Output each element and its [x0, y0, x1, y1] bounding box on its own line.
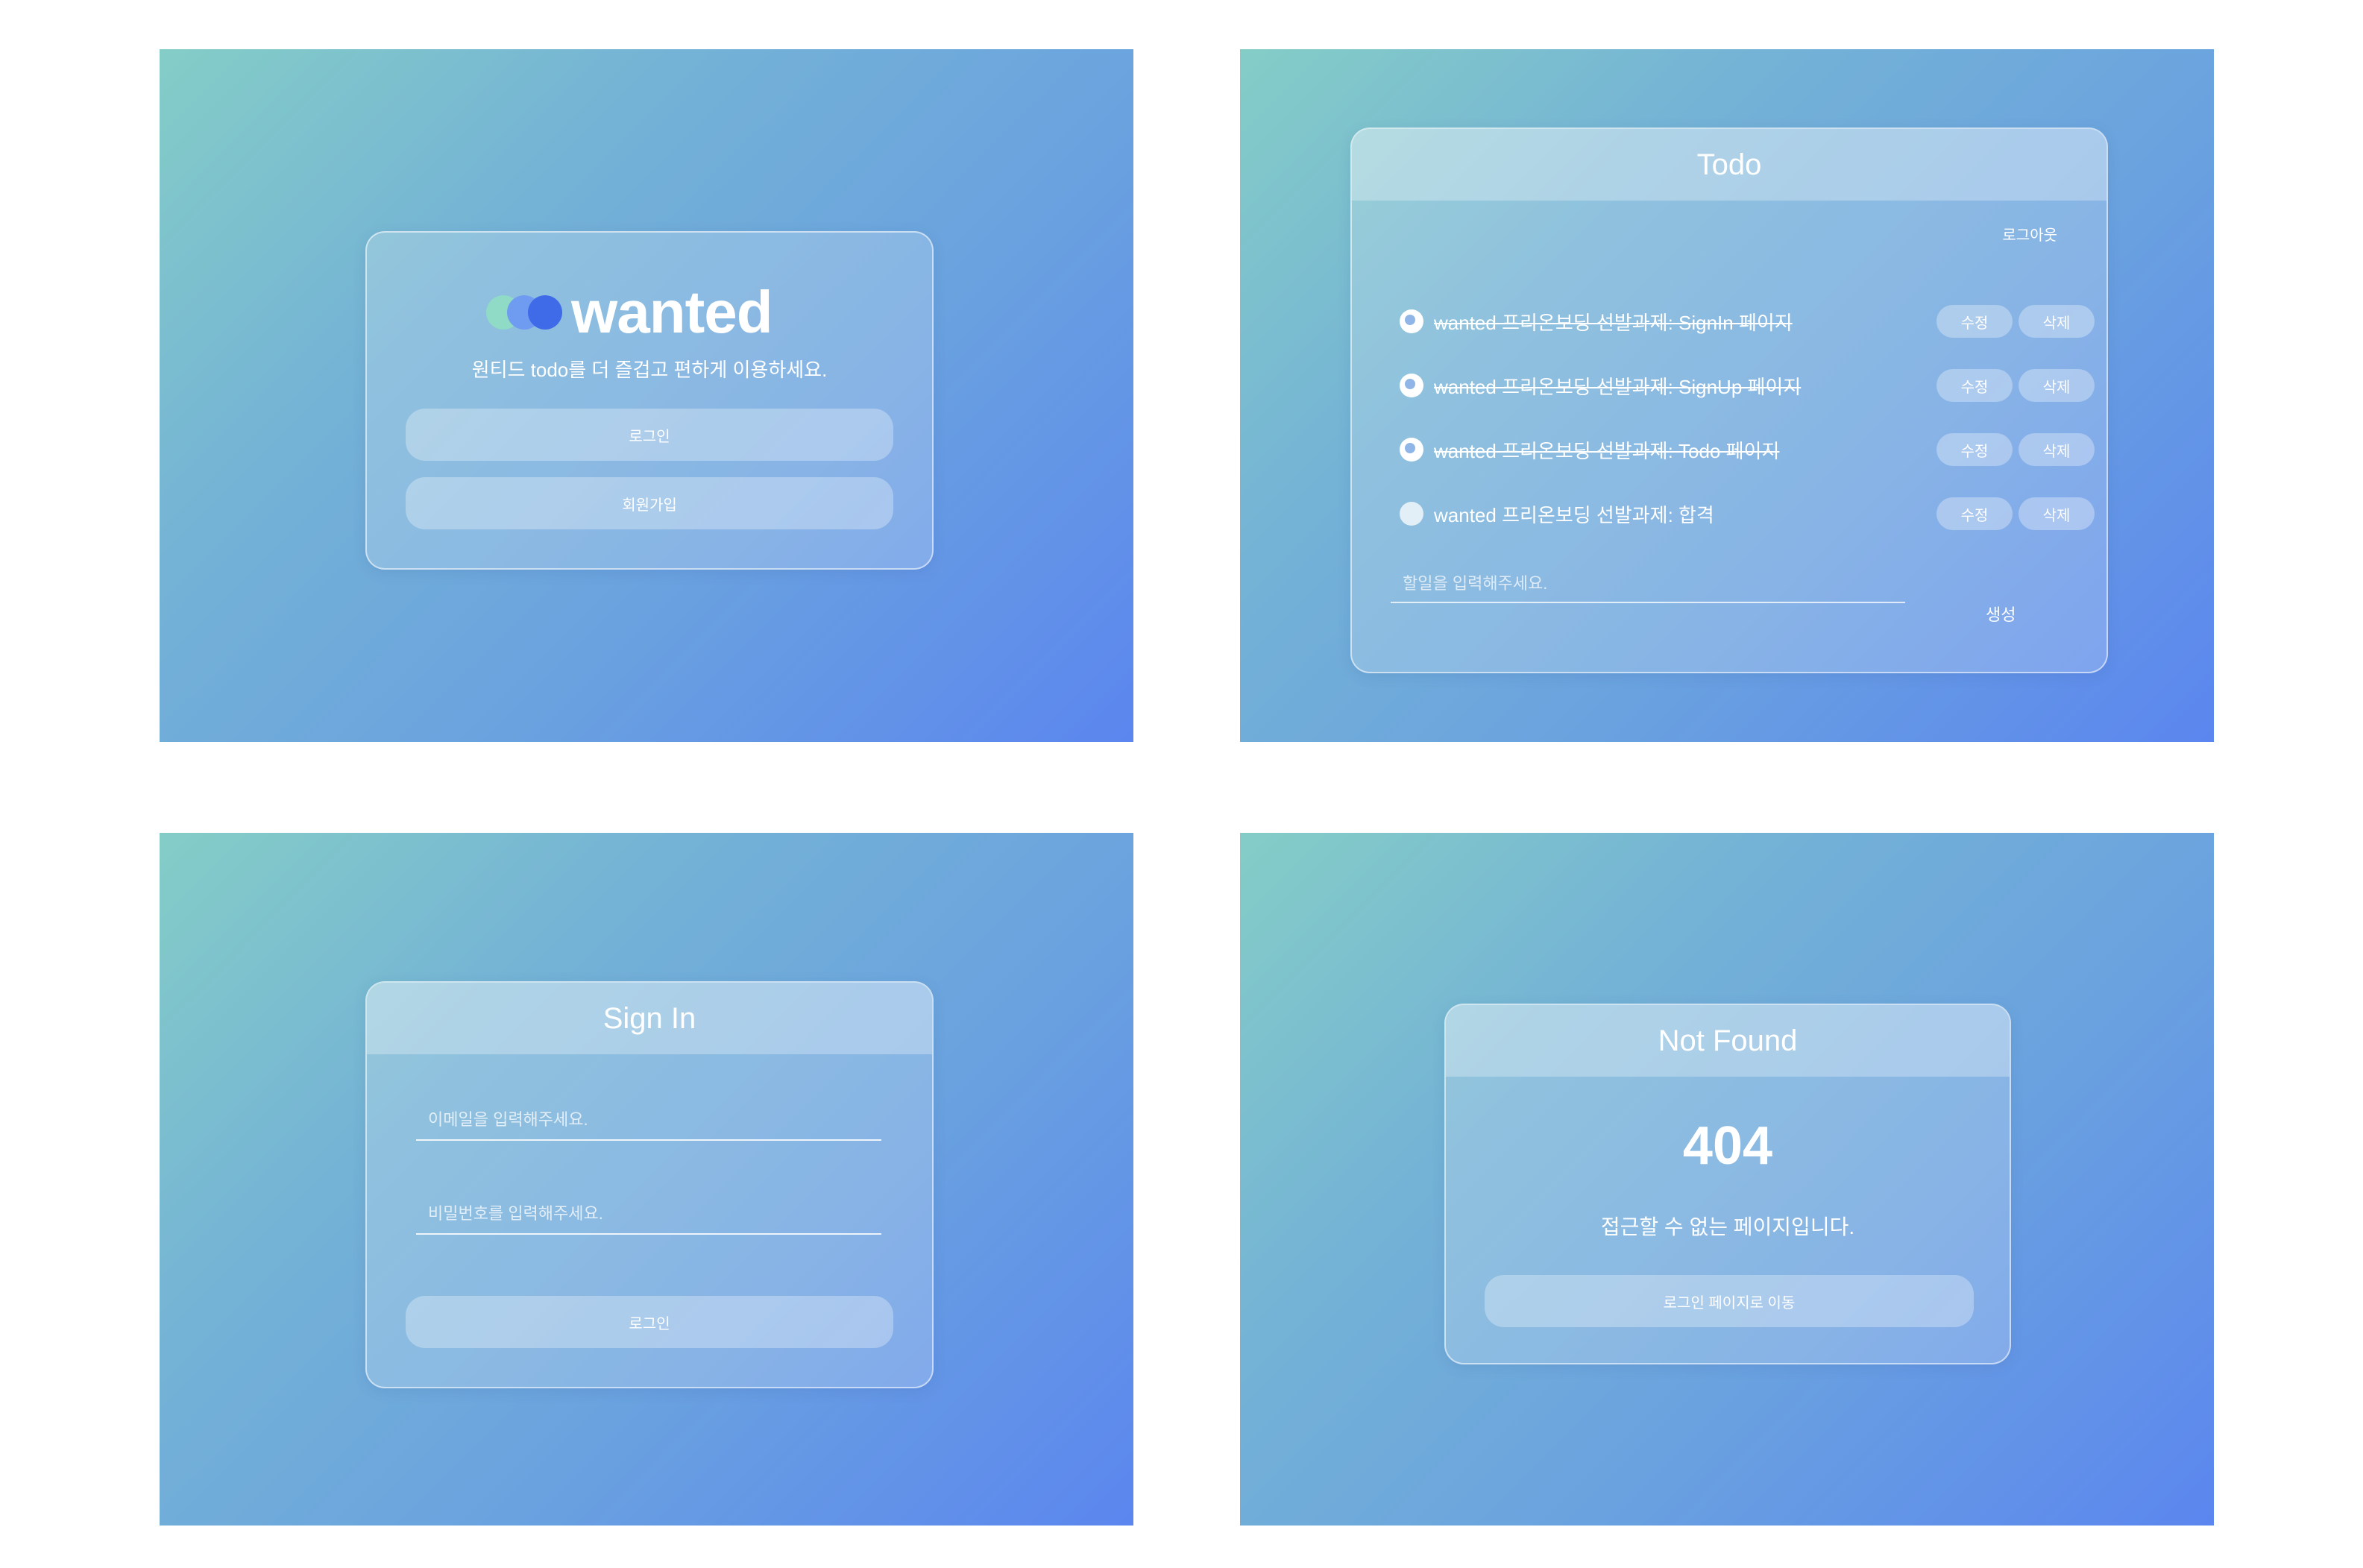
edit-button[interactable]: 수정	[1936, 369, 2013, 402]
email-field[interactable]	[416, 1101, 881, 1141]
delete-button[interactable]: 삭제	[2019, 433, 2095, 466]
signin-card: Sign In 로그인	[365, 981, 934, 1388]
error-code: 404	[1682, 1116, 1773, 1176]
todo-checkbox[interactable]	[1400, 438, 1423, 462]
signin-screen: Sign In 로그인	[160, 833, 1133, 1526]
todo-input[interactable]	[1391, 566, 1905, 603]
todo-checkbox[interactable]	[1400, 502, 1423, 526]
delete-button[interactable]: 삭제	[2019, 497, 2095, 530]
notfound-title: Not Found	[1446, 1005, 2010, 1077]
notfound-card: Not Found 404 접근할 수 없는 페이지입니다. 로그인 페이지로 …	[1444, 1004, 2011, 1364]
logout-button[interactable]: 로그아웃	[2002, 223, 2057, 245]
landing-card: wanted 원티드 todo를 더 즐겁고 편하게 이용하세요. 로그인 회원…	[365, 231, 934, 570]
todo-checkbox[interactable]	[1400, 374, 1423, 397]
edit-button[interactable]: 수정	[1936, 433, 2013, 466]
todo-item: wanted 프리온보딩 선발과제: 합격 수정 삭제	[1400, 496, 2095, 532]
signin-title: Sign In	[367, 983, 932, 1054]
todo-item: wanted 프리온보딩 선발과제: Todo 페이지 수정 삭제	[1400, 432, 2095, 467]
signin-login-button[interactable]: 로그인	[406, 1296, 893, 1348]
todo-item: wanted 프리온보딩 선발과제: SignUp 페이지 수정 삭제	[1400, 368, 2095, 403]
error-message: 접근할 수 없는 페이지입니다.	[1600, 1215, 1855, 1238]
delete-button[interactable]: 삭제	[2019, 369, 2095, 402]
landing-subtitle: 원티드 todo를 더 즐겁고 편하게 이용하세요.	[471, 359, 828, 381]
todo-screen: Todo 로그아웃 wanted 프리온보딩 선발과제: SignIn 페이지 …	[1240, 49, 2214, 742]
signup-button[interactable]: 회원가입	[406, 477, 893, 529]
todo-card: Todo 로그아웃 wanted 프리온보딩 선발과제: SignIn 페이지 …	[1350, 127, 2108, 673]
password-field[interactable]	[416, 1194, 881, 1235]
logo-text: wanted	[571, 279, 773, 345]
wanted-logo: wanted	[486, 279, 773, 346]
edit-button[interactable]: 수정	[1936, 305, 2013, 338]
logo-dots-icon	[486, 290, 564, 335]
login-button[interactable]: 로그인	[406, 409, 893, 461]
todo-title: Todo	[1352, 129, 2106, 201]
notfound-screen: Not Found 404 접근할 수 없는 페이지입니다. 로그인 페이지로 …	[1240, 833, 2214, 1526]
edit-button[interactable]: 수정	[1936, 497, 2013, 530]
todo-checkbox[interactable]	[1400, 309, 1423, 333]
todo-item: wanted 프리온보딩 선발과제: SignIn 페이지 수정 삭제	[1400, 303, 2095, 339]
goto-login-button[interactable]: 로그인 페이지로 이동	[1485, 1275, 1974, 1327]
delete-button[interactable]: 삭제	[2019, 305, 2095, 338]
create-button[interactable]: 생성	[1986, 602, 2016, 626]
landing-screen: wanted 원티드 todo를 더 즐겁고 편하게 이용하세요. 로그인 회원…	[160, 49, 1133, 742]
